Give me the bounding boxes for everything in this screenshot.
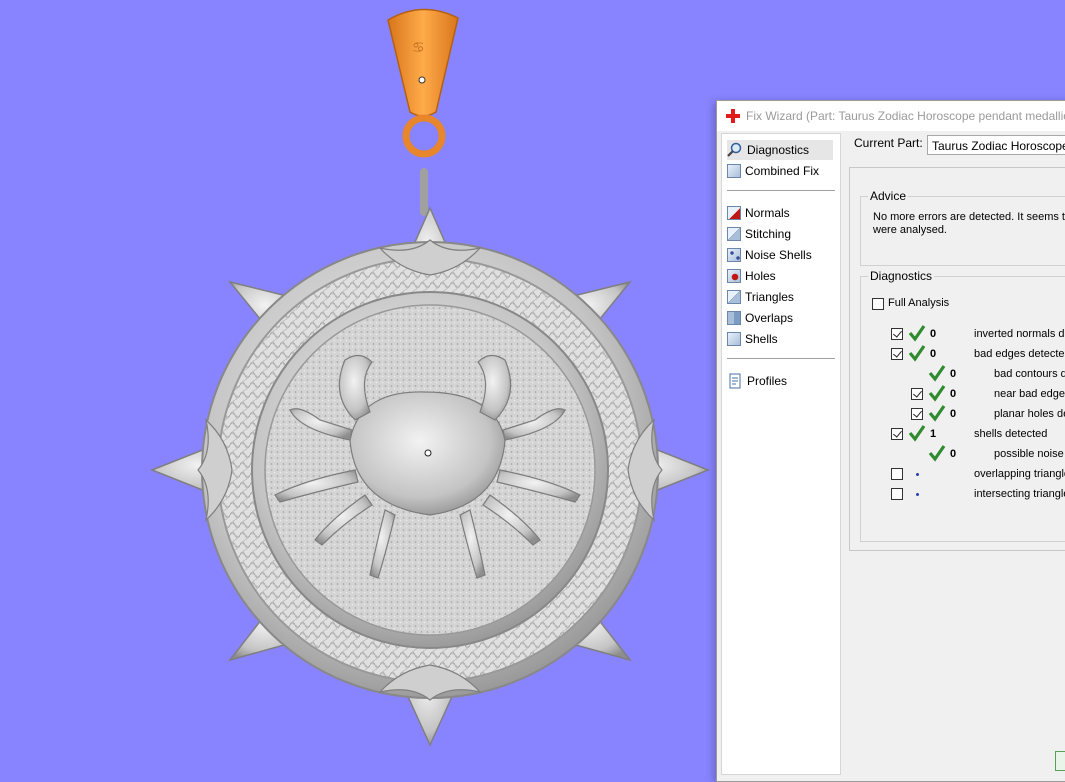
nav-label-shells: Shells: [745, 332, 778, 346]
intersecting-triangles-checkbox[interactable]: [891, 488, 903, 500]
pendant-model[interactable]: ♋: [0, 0, 716, 768]
current-part-label: Current Part:: [854, 136, 923, 150]
intersecting-triangles-label: intersecting triangle: [974, 488, 1065, 500]
bad-edges-label: bad edges detected: [974, 348, 1065, 360]
diagnostics-group: Diagnostics Full Analysis 0 inverted nor…: [860, 269, 1065, 542]
inverted-normals-count: 0: [930, 328, 937, 340]
full-analysis-label: Full Analysis: [888, 297, 950, 309]
nav-item-holes[interactable]: Holes: [727, 266, 833, 286]
near-bad-edges-label: near bad edges: [994, 388, 1065, 400]
overlapping-triangles-label: overlapping triangle: [974, 468, 1065, 480]
bad-edges-count: 0: [930, 348, 937, 360]
bad-contours-label: bad contours d: [994, 368, 1065, 380]
nav-label-overlaps: Overlaps: [745, 311, 794, 325]
advice-line-2: were analysed.: [873, 224, 947, 236]
bail[interactable]: ♋: [387, 8, 459, 158]
stitching-icon: [727, 227, 741, 241]
nav-label-holes: Holes: [745, 269, 776, 283]
inverted-normals-label: inverted normals de: [974, 328, 1065, 340]
noise-shells-icon: [727, 248, 741, 262]
normals-icon: [727, 206, 741, 220]
shells-label: shells detected: [974, 428, 1048, 440]
window-title: Fix Wizard (Part: Taurus Zodiac Horoscop…: [746, 109, 1065, 123]
bad-contours-count: 0: [950, 368, 957, 380]
advice-line-1: No more errors are detected. It seems th: [873, 211, 1065, 223]
holes-icon: [727, 269, 741, 283]
nav-item-normals[interactable]: Normals: [727, 203, 833, 223]
wizard-nav: Diagnostics Combined Fix Normals Stitchi…: [721, 133, 841, 775]
green-check-icon: [908, 345, 926, 362]
diagnostics-panel: Advice No more errors are detected. It s…: [849, 167, 1065, 551]
noise-shells-label: possible noise s: [994, 448, 1065, 460]
profiles-icon: [729, 373, 741, 389]
nav-label-profiles: Profiles: [747, 374, 788, 388]
near-bad-edges-checkbox[interactable]: [911, 388, 923, 400]
nav-separator: [727, 190, 835, 191]
shells-checkbox[interactable]: [891, 428, 903, 440]
nav-item-triangles[interactable]: Triangles: [727, 287, 833, 307]
nav-label-normals: Normals: [745, 206, 790, 220]
green-check-icon: [908, 425, 926, 442]
green-check-icon: [908, 325, 926, 342]
advice-text: No more errors are detected. It seems th…: [873, 211, 1065, 237]
noise-shells-count: 0: [950, 448, 957, 460]
near-bad-edges-count: 0: [950, 388, 957, 400]
planar-holes-checkbox[interactable]: [911, 408, 923, 420]
green-check-icon: [928, 385, 946, 402]
green-check-icon: [928, 405, 946, 422]
bad-edges-checkbox[interactable]: [891, 348, 903, 360]
overlaps-icon: [727, 311, 741, 325]
nav-item-diagnostics[interactable]: Diagnostics: [727, 140, 833, 160]
medical-cross-icon: [726, 109, 740, 123]
nav-item-profiles[interactable]: Profiles: [727, 371, 833, 391]
planar-holes-label: planar holes de: [994, 408, 1065, 420]
apply-button[interactable]: [1055, 751, 1065, 771]
nav-label-diagnostics: Diagnostics: [747, 143, 810, 157]
pending-dot-icon: [916, 473, 919, 476]
nav-label-stitching: Stitching: [745, 227, 792, 241]
diagnostics-title: Diagnostics: [868, 269, 935, 283]
nav-label-combined-fix: Combined Fix: [745, 164, 820, 178]
planar-holes-count: 0: [950, 408, 957, 420]
magnifier-icon: [727, 142, 742, 157]
pending-dot-icon: [916, 493, 919, 496]
cube-icon: [727, 164, 741, 178]
inverted-normals-checkbox[interactable]: [891, 328, 903, 340]
nav-label-noise-shells: Noise Shells: [745, 248, 812, 262]
nav-label-triangles: Triangles: [745, 290, 794, 304]
advice-title: Advice: [868, 189, 909, 203]
title-bar[interactable]: Fix Wizard (Part: Taurus Zodiac Horoscop…: [717, 101, 1065, 131]
nav-item-stitching[interactable]: Stitching: [727, 224, 833, 244]
overlapping-triangles-checkbox[interactable]: [891, 468, 903, 480]
nav-separator: [727, 358, 835, 359]
nav-item-overlaps[interactable]: Overlaps: [727, 308, 833, 328]
svg-text:♋: ♋: [412, 40, 425, 56]
fix-wizard-window[interactable]: Fix Wizard (Part: Taurus Zodiac Horoscop…: [716, 100, 1065, 782]
full-analysis-checkbox[interactable]: [872, 298, 884, 310]
nav-item-noise-shells[interactable]: Noise Shells: [727, 245, 833, 265]
shells-count: 1: [930, 428, 937, 440]
triangles-icon: [727, 290, 741, 304]
current-part-dropdown[interactable]: Taurus Zodiac Horoscope pe: [927, 135, 1065, 155]
nav-item-shells[interactable]: Shells: [727, 329, 833, 349]
green-check-icon: [928, 445, 946, 462]
shells-icon: [727, 332, 741, 346]
nav-item-combined-fix[interactable]: Combined Fix: [727, 161, 833, 181]
green-check-icon: [928, 365, 946, 382]
advice-group: Advice No more errors are detected. It s…: [860, 189, 1065, 266]
